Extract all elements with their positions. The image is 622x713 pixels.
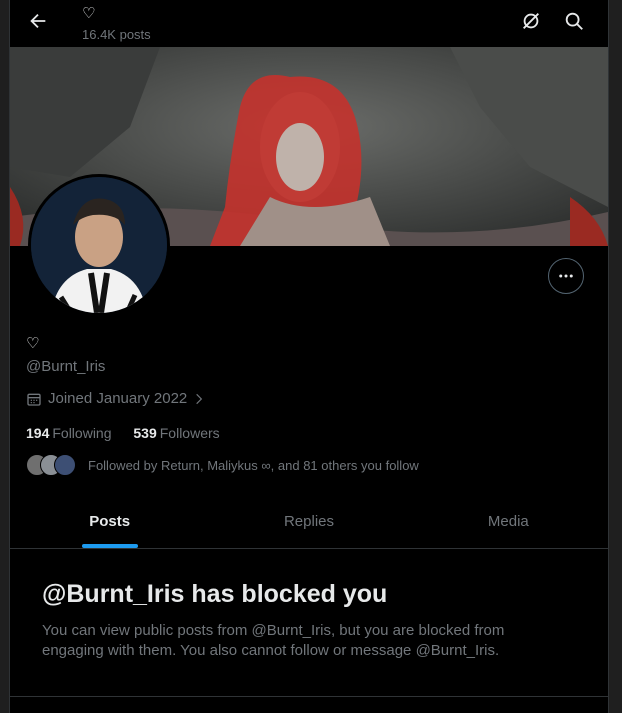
- blocked-title: @Burnt_Iris has blocked you: [42, 580, 388, 608]
- tab-replies-label: Replies: [283, 513, 334, 530]
- joined-text: Joined January 2022: [48, 390, 188, 407]
- follower-avatar: [54, 454, 76, 476]
- followers-label: Followers: [159, 425, 220, 441]
- back-arrow-icon[interactable]: [27, 10, 49, 32]
- tab-posts-label: Posts: [89, 513, 131, 530]
- joined-date: Joined January 2022: [26, 390, 212, 407]
- followers-link[interactable]: 539 Followers: [133, 425, 219, 441]
- user-handle: @Burnt_Iris: [26, 358, 106, 375]
- profile-column: ♡ 16.4K posts ♡ @Burnt_Iris Joined Janua…: [9, 0, 609, 713]
- header-display-name: ♡: [82, 5, 96, 22]
- follow-stats: 194 Following 539 Followers: [26, 425, 238, 441]
- grok-icon[interactable]: [520, 10, 542, 32]
- more-options-icon: [559, 274, 573, 278]
- tab-media-label: Media: [487, 513, 529, 530]
- following-label: Following: [52, 425, 112, 441]
- following-count: 194: [26, 425, 50, 441]
- followers-count: 539: [133, 425, 157, 441]
- divider: [10, 696, 608, 697]
- followed-by-text: Followed by Return, Maliykus ∞, and 81 o…: [88, 457, 419, 473]
- tab-media[interactable]: Media: [409, 497, 608, 548]
- header-post-count: 16.4K posts: [82, 27, 151, 42]
- more-options-button[interactable]: [548, 258, 584, 294]
- followed-by-row[interactable]: Followed by Return, Maliykus ∞, and 81 o…: [26, 454, 419, 476]
- active-tab-indicator: [81, 544, 138, 548]
- avatar[interactable]: [28, 174, 170, 316]
- profile-tabs: Posts Replies Media: [10, 497, 608, 549]
- search-icon[interactable]: [563, 10, 585, 32]
- tab-posts[interactable]: Posts: [10, 497, 209, 548]
- calendar-icon: [27, 393, 41, 406]
- following-link[interactable]: 194 Following: [26, 425, 112, 441]
- display-name: ♡: [26, 335, 40, 352]
- chevron-right-icon[interactable]: [192, 392, 206, 406]
- top-header: ♡ 16.4K posts: [10, 0, 608, 47]
- blocked-message: You can view public posts from @Burnt_Ir…: [42, 622, 505, 659]
- tab-replies[interactable]: Replies: [209, 497, 408, 548]
